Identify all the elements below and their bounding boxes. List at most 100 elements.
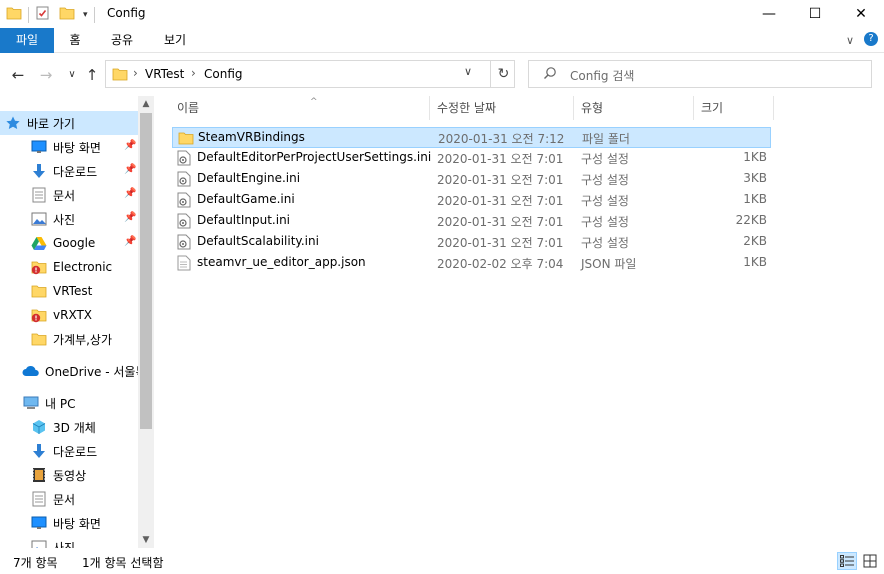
- sidebar-item-pc-pictures[interactable]: 사진: [0, 535, 138, 548]
- file-row[interactable]: steamvr_ue_editor_app.json 2020-02-02 오후…: [172, 253, 771, 274]
- sidebar-item-3d-objects[interactable]: 3D 개체: [0, 415, 138, 439]
- sidebar-item-this-pc[interactable]: 내 PC: [0, 391, 138, 415]
- sidebar-item-label: 동영상: [53, 468, 87, 483]
- new-folder-icon[interactable]: [59, 5, 75, 24]
- large-icons-view-icon: [863, 554, 877, 568]
- desktop-icon: [30, 139, 48, 155]
- picture-icon: [30, 211, 48, 227]
- google-drive-icon: [30, 235, 48, 251]
- pin-icon[interactable]: 📌: [124, 212, 136, 223]
- address-bar[interactable]: › VRTest › Config ∨ ↻: [105, 60, 515, 88]
- customize-toolbar-icon[interactable]: ▾: [83, 10, 88, 20]
- sidebar-item-label: 다운로드: [53, 164, 98, 179]
- file-row[interactable]: DefaultScalability.ini 2020-01-31 오전 7:0…: [172, 232, 771, 253]
- file-row[interactable]: DefaultEngine.ini 2020-01-31 오전 7:01 구성 …: [172, 169, 771, 190]
- expand-ribbon-button[interactable]: ∨: [846, 34, 854, 47]
- navigation-scrollbar[interactable]: ▲ ▼: [138, 96, 154, 548]
- file-size: 1KB: [743, 255, 767, 269]
- ini-file-icon: [177, 192, 193, 208]
- file-row[interactable]: DefaultEditorPerProjectUserSettings.ini …: [172, 148, 771, 169]
- breadcrumb-separator[interactable]: ›: [133, 66, 138, 80]
- sidebar-item-pictures[interactable]: 사진 📌: [0, 207, 138, 231]
- pin-icon[interactable]: 📌: [124, 236, 136, 247]
- maximize-button[interactable]: ☐: [792, 0, 838, 28]
- sidebar-item-pc-documents[interactable]: 문서: [0, 487, 138, 511]
- address-history-dropdown[interactable]: ∨: [464, 65, 472, 78]
- folder-icon: [112, 67, 128, 84]
- sidebar-item-pc-downloads[interactable]: 다운로드: [0, 439, 138, 463]
- file-row[interactable]: DefaultInput.ini 2020-01-31 오전 7:01 구성 설…: [172, 211, 771, 232]
- tab-file[interactable]: 파일: [0, 28, 54, 53]
- sidebar-item-label: Electronic: [53, 260, 113, 274]
- pin-icon[interactable]: 📌: [124, 188, 136, 199]
- sidebar-item-downloads[interactable]: 다운로드 📌: [0, 159, 138, 183]
- sidebar-item-label: 바로 가기: [27, 116, 75, 131]
- folder-error-icon: [30, 307, 48, 323]
- refresh-button[interactable]: ↻: [490, 61, 516, 87]
- selected-count: 1개 항목 선택함: [82, 556, 164, 570]
- status-bar: 7개 항목 1개 항목 선택함: [0, 548, 884, 574]
- pin-icon[interactable]: 📌: [124, 164, 136, 175]
- minimize-button[interactable]: —: [746, 0, 792, 28]
- sidebar-item-google[interactable]: Google 📌: [0, 231, 138, 255]
- sidebar-item-desktop[interactable]: 바탕 화면 📌: [0, 135, 138, 159]
- breadcrumb-separator[interactable]: ›: [191, 66, 196, 80]
- details-view-button[interactable]: [837, 552, 857, 570]
- search-box[interactable]: Config 검색: [528, 60, 872, 88]
- sidebar-item-label: 사진: [53, 212, 76, 227]
- sidebar-item-label: 문서: [53, 492, 76, 507]
- folder-icon: [30, 283, 48, 299]
- tab-share[interactable]: 공유: [105, 28, 139, 53]
- properties-icon[interactable]: [35, 5, 51, 24]
- picture-icon: [30, 539, 48, 548]
- sidebar-item-videos[interactable]: 동영상: [0, 463, 138, 487]
- sidebar-item-vrxtx[interactable]: vRXTX: [0, 303, 138, 327]
- back-button[interactable]: ←: [8, 65, 28, 85]
- tab-home[interactable]: 홈: [62, 28, 88, 53]
- sidebar-item-label: Google: [53, 236, 96, 250]
- pin-icon[interactable]: 📌: [124, 140, 136, 151]
- file-name: DefaultEditorPerProjectUserSettings.ini: [197, 150, 432, 164]
- details-view-icon: [840, 555, 854, 567]
- scroll-thumb[interactable]: [140, 113, 152, 429]
- column-header-date[interactable]: 수정한 날짜: [430, 96, 574, 120]
- breadcrumb-item-vrtest[interactable]: VRTest: [145, 67, 184, 81]
- file-date: 2020-01-31 오전 7:01: [437, 236, 564, 250]
- file-type: 구성 설정: [581, 236, 629, 250]
- tab-view[interactable]: 보기: [158, 28, 192, 53]
- sidebar-item-vrtest[interactable]: VRTest: [0, 279, 138, 303]
- forward-button[interactable]: →: [36, 65, 56, 85]
- scroll-up-button[interactable]: ▲: [138, 96, 154, 113]
- recent-locations-button[interactable]: ∨: [62, 65, 82, 85]
- sidebar-item-electronic[interactable]: Electronic: [0, 255, 138, 279]
- sidebar-item-household[interactable]: 가계부,상가: [0, 327, 138, 351]
- file-row[interactable]: DefaultGame.ini 2020-01-31 오전 7:01 구성 설정…: [172, 190, 771, 211]
- sidebar-item-documents[interactable]: 문서 📌: [0, 183, 138, 207]
- sidebar-item-onedrive[interactable]: OneDrive - 서울특: [0, 359, 138, 383]
- file-type: JSON 파일: [581, 257, 637, 271]
- breadcrumb-item-config[interactable]: Config: [204, 67, 243, 81]
- download-icon: [30, 443, 48, 459]
- column-header-name[interactable]: 이름 ^: [170, 96, 430, 120]
- sidebar-item-label: 사진: [53, 540, 76, 549]
- ribbon-tabs: 파일 홈 공유 보기 ∨ ?: [0, 28, 884, 53]
- sidebar-item-pc-desktop[interactable]: 바탕 화면: [0, 511, 138, 535]
- sidebar-item-label: OneDrive - 서울특: [45, 364, 138, 379]
- file-row-steamvrbindings[interactable]: SteamVRBindings 2020-01-31 오전 7:12 파일 폴더: [172, 127, 771, 148]
- file-size: 1KB: [743, 192, 767, 206]
- navigation-pane: 바로 가기 바탕 화면 📌 다운로드 📌 문서 📌 사진 📌 Google 📌 …: [0, 96, 154, 548]
- sidebar-item-quick-access[interactable]: 바로 가기: [0, 111, 138, 135]
- column-header-size[interactable]: 크기: [694, 96, 774, 120]
- close-button[interactable]: ✕: [838, 0, 884, 28]
- up-button[interactable]: ↑: [82, 65, 102, 85]
- large-icons-view-button[interactable]: [860, 552, 880, 570]
- document-icon: [30, 491, 48, 507]
- scroll-down-button[interactable]: ▼: [138, 533, 154, 548]
- window-title: Config: [107, 6, 146, 20]
- search-input[interactable]: Config 검색: [570, 67, 634, 84]
- search-icon: [543, 66, 557, 84]
- folder-icon[interactable]: [6, 5, 22, 24]
- column-header-type[interactable]: 유형: [574, 96, 694, 120]
- folder-icon: [30, 331, 48, 347]
- help-button[interactable]: ?: [864, 32, 878, 46]
